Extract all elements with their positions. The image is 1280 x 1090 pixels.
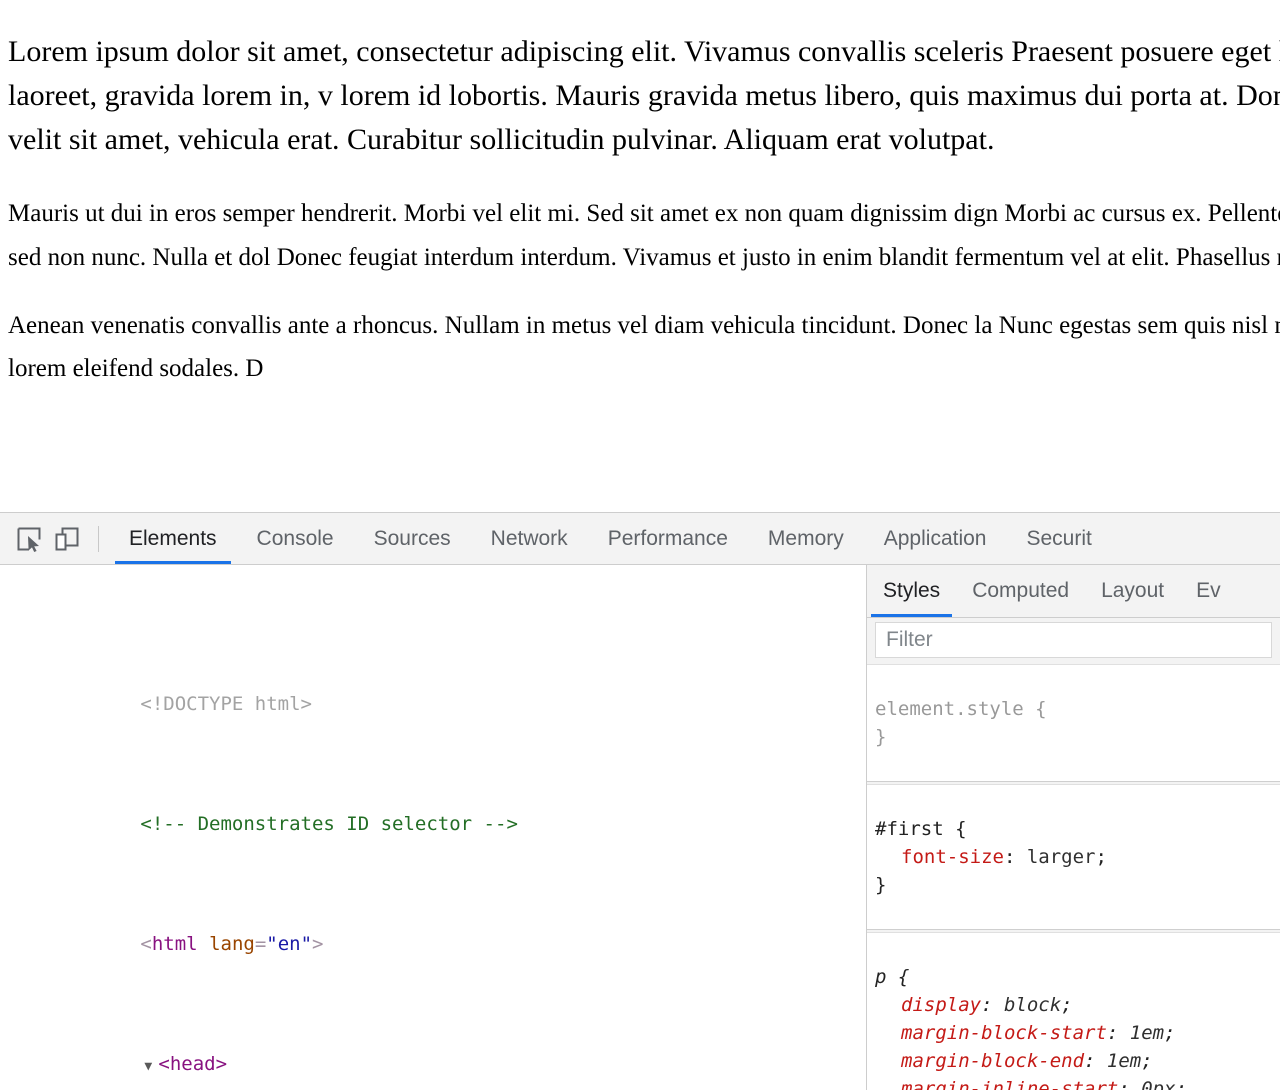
rule-selector-element-style[interactable]: element.style bbox=[875, 698, 1024, 720]
tab-computed[interactable]: Computed bbox=[956, 565, 1085, 617]
styles-filter-input[interactable] bbox=[875, 622, 1272, 658]
tab-styles[interactable]: Styles bbox=[867, 565, 956, 617]
style-rule-first[interactable]: #first { font-size: larger; } bbox=[867, 784, 1280, 930]
dom-row-comment[interactable]: <!-- Demonstrates ID selector --> bbox=[0, 779, 866, 835]
page-viewport: Lorem ipsum dolor sit amet, consectetur … bbox=[0, 0, 1280, 512]
html-close-bracket: > bbox=[312, 933, 324, 955]
dom-row-head[interactable]: <head> bbox=[0, 1019, 866, 1075]
styles-filter-bar bbox=[867, 618, 1280, 664]
doctype-text: <!DOCTYPE html> bbox=[140, 693, 312, 715]
rule-value-display[interactable]: block bbox=[1004, 994, 1061, 1016]
rule-value-margin-inline-start[interactable]: 0px bbox=[1141, 1078, 1175, 1090]
rule-property-margin-block-start[interactable]: margin-block-start bbox=[901, 1022, 1107, 1044]
rule-property-font-size[interactable]: font-size bbox=[901, 846, 1004, 868]
devtools-panel: Elements Console Sources Network Perform… bbox=[0, 512, 1280, 1090]
head-tag: <head> bbox=[158, 1053, 228, 1075]
rule-property-display[interactable]: display bbox=[901, 994, 981, 1016]
html-lang-attr: lang bbox=[209, 933, 255, 955]
html-open-bracket: < bbox=[140, 933, 152, 955]
device-toolbar-icon[interactable] bbox=[48, 520, 86, 558]
tab-security[interactable]: Securit bbox=[1006, 513, 1111, 564]
style-rule-element-style[interactable]: element.style { } bbox=[867, 664, 1280, 782]
dom-tree-pane: <!DOCTYPE html> <!-- Demonstrates ID sel… bbox=[0, 565, 866, 1090]
tab-memory[interactable]: Memory bbox=[748, 513, 864, 564]
comment-text: <!-- Demonstrates ID selector --> bbox=[140, 813, 518, 835]
toolbar-divider bbox=[98, 525, 99, 552]
html-attr-equals: = bbox=[254, 933, 267, 955]
rule-value-margin-block-start[interactable]: 1em bbox=[1130, 1022, 1164, 1044]
tab-network[interactable]: Network bbox=[471, 513, 588, 564]
dom-row-doctype[interactable]: <!DOCTYPE html> bbox=[0, 659, 866, 715]
paragraph-first: Lorem ipsum dolor sit amet, consectetur … bbox=[8, 35, 1280, 157]
device-toolbar-icon-glyph bbox=[55, 527, 79, 550]
page-document: Lorem ipsum dolor sit amet, consectetur … bbox=[0, 30, 1280, 390]
tab-performance[interactable]: Performance bbox=[588, 513, 748, 564]
styles-rule-list: element.style { } #first { font-size: la… bbox=[867, 664, 1280, 1090]
tab-elements[interactable]: Elements bbox=[109, 513, 237, 564]
rule-property-margin-block-end[interactable]: margin-block-end bbox=[901, 1050, 1084, 1072]
paragraph-third: Aenean venenatis convallis ante a rhoncu… bbox=[8, 311, 1280, 383]
paragraph-second: Mauris ut dui in eros semper hendrerit. … bbox=[8, 200, 1280, 271]
tab-console[interactable]: Console bbox=[237, 513, 354, 564]
tab-event-listeners[interactable]: Ev bbox=[1180, 565, 1237, 617]
devtools-body: <!DOCTYPE html> <!-- Demonstrates ID sel… bbox=[0, 565, 1280, 1090]
tab-layout[interactable]: Layout bbox=[1085, 565, 1180, 617]
dom-row-html[interactable]: <html lang="en"> bbox=[0, 899, 866, 955]
rule-value-font-size[interactable]: larger bbox=[1027, 846, 1096, 868]
rule-value-margin-block-end[interactable]: 1em bbox=[1107, 1050, 1141, 1072]
rule-selector-p[interactable]: p bbox=[875, 966, 886, 988]
rule-selector-first[interactable]: #first bbox=[875, 818, 944, 840]
styles-pane: Styles Computed Layout Ev element.style … bbox=[866, 565, 1280, 1090]
inspect-element-icon-glyph bbox=[17, 527, 41, 552]
html-lang-value: "en" bbox=[266, 933, 313, 955]
styles-tab-bar: Styles Computed Layout Ev bbox=[867, 565, 1280, 618]
style-rule-p-useragent[interactable]: p { display: block; margin-block-start: … bbox=[867, 932, 1280, 1090]
devtools-toolbar: Elements Console Sources Network Perform… bbox=[0, 513, 1280, 565]
inspect-element-icon[interactable] bbox=[10, 520, 48, 558]
tab-sources[interactable]: Sources bbox=[354, 513, 471, 564]
dom-tree: <!DOCTYPE html> <!-- Demonstrates ID sel… bbox=[0, 565, 866, 1090]
devtools-tab-bar: Elements Console Sources Network Perform… bbox=[109, 513, 1280, 564]
head-disclosure-triangle[interactable] bbox=[144, 1052, 158, 1082]
html-tag-name: html bbox=[151, 933, 198, 955]
tab-application[interactable]: Application bbox=[864, 513, 1007, 564]
rule-property-margin-inline-start[interactable]: margin-inline-start bbox=[901, 1078, 1118, 1090]
